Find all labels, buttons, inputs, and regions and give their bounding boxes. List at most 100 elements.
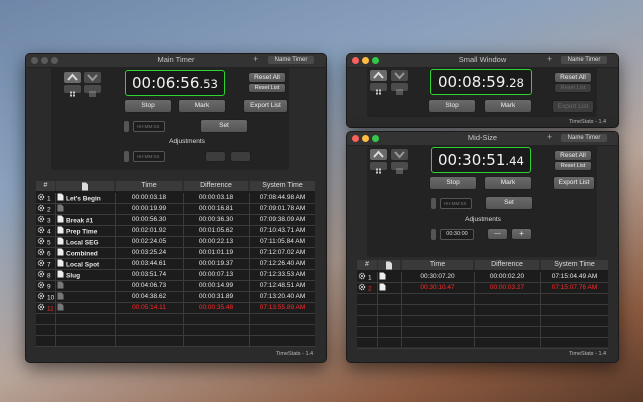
export-list-button[interactable]: Export List	[554, 177, 594, 189]
table-row[interactable]: 5 Local SEG 00:02:24.05 00:00:22.13 07:11:05…	[36, 237, 315, 248]
mark-button[interactable]: Mark	[179, 100, 225, 112]
grid-view-button[interactable]	[64, 85, 81, 97]
stop-button[interactable]: Stop	[430, 177, 476, 189]
adjust-stepper[interactable]	[431, 229, 436, 240]
set-time-stepper[interactable]	[124, 121, 129, 132]
adjust-minus-button[interactable]: —	[488, 229, 507, 239]
col-num-header[interactable]: #	[357, 260, 377, 270]
table-row[interactable]: 1 Let's Begin 00:00:03.18 00:00:03.18 07:08:…	[36, 193, 315, 204]
col-system-header[interactable]: System Time	[541, 260, 608, 270]
reset-list-button[interactable]: Reset List	[555, 84, 591, 92]
row-note-cell[interactable]: Slug	[57, 270, 114, 280]
row-number-cell[interactable]: 10	[37, 292, 55, 302]
row-number-cell[interactable]: 5	[37, 237, 55, 247]
set-time-stepper[interactable]	[431, 198, 436, 209]
col-diff-header[interactable]: Difference	[475, 260, 539, 270]
col-note-header[interactable]	[56, 181, 114, 191]
reset-list-button[interactable]: Reset List	[555, 162, 591, 170]
row-number-cell[interactable]: 4	[37, 226, 55, 236]
row-note-cell[interactable]: Break #1	[57, 215, 114, 225]
col-note-header[interactable]	[378, 260, 400, 270]
reset-all-button[interactable]: Reset All	[249, 73, 285, 82]
row-number-cell[interactable]: 11	[37, 303, 55, 313]
adjust-plus-button[interactable]	[231, 152, 250, 161]
mark-button[interactable]: Mark	[485, 177, 531, 189]
row-note-cell[interactable]: Let's Begin	[57, 193, 114, 203]
reset-all-button[interactable]: Reset All	[555, 73, 591, 82]
row-number-cell[interactable]: 1	[37, 193, 55, 203]
adjust-input[interactable]: 00:30:00	[440, 229, 474, 240]
list-view-button[interactable]	[84, 85, 101, 97]
row-note-cell[interactable]	[379, 283, 400, 293]
table-row[interactable]: 2 00:00:19.99 00:00:16.81 07:09:01.78 AM	[36, 204, 315, 215]
reset-list-button[interactable]: Reset List	[249, 84, 285, 92]
row-number-cell[interactable]: 7	[37, 259, 55, 269]
add-icon[interactable]: +	[547, 132, 552, 142]
add-icon[interactable]: +	[547, 54, 552, 64]
name-timer-button[interactable]: Name Timer	[561, 134, 607, 142]
row-note-cell[interactable]: Local SEG	[57, 237, 114, 247]
reset-all-button[interactable]: Reset All	[555, 151, 591, 160]
empty-row	[36, 325, 315, 336]
row-number: 2	[368, 285, 372, 293]
row-note-cell[interactable]	[57, 292, 114, 302]
adjust-plus-button[interactable]: +	[512, 229, 531, 239]
row-number-cell[interactable]: 3	[37, 215, 55, 225]
grid-view-button[interactable]	[370, 162, 387, 174]
up-arrow-button[interactable]	[370, 149, 387, 160]
down-arrow-button[interactable]	[84, 72, 101, 83]
row-number-cell[interactable]: 8	[37, 270, 55, 280]
row-difference: 00:00:02.20	[489, 273, 525, 280]
table-row[interactable]: 10 00:04:38.62 00:00:31.89 07:13:20.40 AM	[36, 292, 315, 303]
row-number-cell[interactable]: 9	[37, 281, 55, 291]
row-note-cell[interactable]	[57, 303, 114, 313]
table-row[interactable]: 11 00:05:14.11 00:00:35.48 07:13:55.89 AM	[36, 303, 315, 314]
stop-button[interactable]: Stop	[125, 100, 171, 112]
set-button[interactable]: Set	[201, 120, 247, 132]
controls-panel: 00:08:59.28 Reset All Reset List Stop Ma…	[367, 67, 597, 117]
row-note-cell[interactable]	[379, 272, 400, 282]
up-arrow-button[interactable]	[64, 72, 81, 83]
export-list-button[interactable]: Export List	[244, 100, 287, 112]
table-row[interactable]: 1 00:30:07.20 00:00:02.20 07:15:04.49 AM	[357, 272, 608, 283]
row-note-cell[interactable]	[57, 281, 114, 291]
table-row[interactable]: 3 Break #1 00:00:56.30 00:00:36.30 07:09:38.…	[36, 215, 315, 226]
down-arrow-button[interactable]	[391, 149, 408, 160]
add-icon[interactable]: +	[253, 54, 258, 64]
table-row[interactable]: 7 Local Spot 00:03:44.61 00:00:19.37 07:12:2…	[36, 259, 315, 270]
set-button[interactable]: Set	[486, 197, 532, 209]
set-time-input[interactable]: HH:MM:SS	[133, 121, 165, 132]
adjust-stepper[interactable]	[124, 151, 129, 162]
col-num-header[interactable]: #	[36, 181, 55, 191]
up-arrow-button[interactable]	[370, 70, 387, 81]
col-system-header[interactable]: System Time	[250, 181, 315, 191]
table-row[interactable]: 4 Prep Time 00:02:01.92 00:01:05.62 07:10:43…	[36, 226, 315, 237]
table-row[interactable]: 2 00:30:10.47 00:00:03.27 07:15:07.76 AM	[357, 283, 608, 294]
row-number-cell[interactable]: 1	[358, 272, 377, 282]
row-number-cell[interactable]: 2	[37, 204, 55, 214]
mark-button[interactable]: Mark	[485, 100, 531, 112]
row-note-cell[interactable]: Combined	[57, 248, 114, 258]
name-timer-button[interactable]: Name Timer	[561, 56, 607, 64]
stop-button[interactable]: Stop	[429, 100, 475, 112]
row-note-cell[interactable]	[57, 204, 114, 214]
table-row[interactable]: 8 Slug 00:03:51.74 00:00:07.13 07:12:33.53 A…	[36, 270, 315, 281]
col-time-header[interactable]: Time	[116, 181, 182, 191]
name-timer-button[interactable]: Name Timer	[268, 56, 314, 64]
list-view-button[interactable]	[391, 162, 408, 174]
export-list-button[interactable]: Export List	[553, 101, 593, 112]
row-number-cell[interactable]: 6	[37, 248, 55, 258]
row-note-cell[interactable]: Prep Time	[57, 226, 114, 236]
grid-view-button[interactable]	[370, 83, 387, 95]
row-note-cell[interactable]: Local Spot	[57, 259, 114, 269]
adjust-input[interactable]: HH:MM:SS	[133, 151, 165, 162]
set-time-input[interactable]: HH:MM:SS	[440, 198, 472, 209]
adjust-minus-button[interactable]	[206, 152, 225, 161]
table-row[interactable]: 6 Combined 00:03:25.24 00:01:01.19 07:12:07.…	[36, 248, 315, 259]
col-time-header[interactable]: Time	[402, 260, 473, 270]
list-view-button[interactable]	[391, 83, 408, 95]
row-number-cell[interactable]: 2	[358, 283, 377, 293]
down-arrow-button[interactable]	[391, 70, 408, 81]
col-diff-header[interactable]: Difference	[184, 181, 248, 191]
table-row[interactable]: 9 00:04:06.73 00:00:14.99 07:12:48.51 AM	[36, 281, 315, 292]
